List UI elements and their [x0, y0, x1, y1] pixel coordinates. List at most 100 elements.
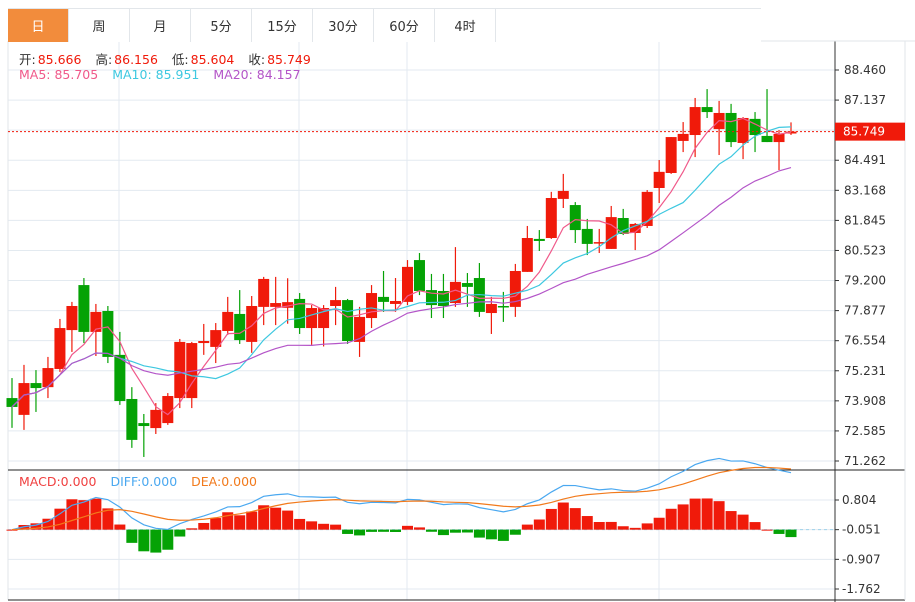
candle [701, 89, 713, 118]
macd-bar [378, 529, 390, 532]
candle-body [461, 283, 473, 287]
candle-body [737, 117, 749, 143]
y-tick-label: 72.585 [844, 424, 886, 438]
candle [306, 305, 318, 345]
candle [401, 260, 413, 306]
close-value: 85.749 [267, 52, 311, 67]
candle-body [258, 278, 270, 307]
macd-bar [366, 529, 378, 532]
candle-body [30, 383, 42, 389]
candle [773, 130, 785, 171]
high-value: 86.156 [114, 52, 158, 67]
y-tick-label: 80.523 [844, 243, 886, 257]
macd-bar [485, 529, 497, 540]
macd-bar [761, 529, 773, 531]
y-tick-label: 75.231 [844, 364, 886, 378]
y-tick-label: 77.877 [844, 304, 886, 318]
candle [270, 276, 282, 326]
candle [42, 356, 54, 399]
macd-bar [509, 529, 521, 535]
ma10-value: MA10: 85.951 [112, 67, 200, 82]
candle [557, 173, 569, 209]
y-tick-label: 87.137 [844, 93, 886, 107]
y-tick-label: 81.845 [844, 213, 886, 227]
dea-value: DEA:0.000 [191, 474, 258, 489]
candle [150, 403, 162, 434]
candle-body [222, 311, 234, 332]
low-label: 低: [171, 52, 189, 67]
chart-canvas[interactable]: 88.46087.13785.81584.49183.16881.84580.5… [0, 0, 915, 602]
macd-bar [174, 529, 186, 537]
candle [509, 263, 521, 317]
candle [473, 263, 485, 317]
macd-bar [318, 523, 330, 530]
candle-body [533, 238, 545, 241]
candle [54, 318, 66, 372]
macd-y-tick-label: -0.907 [842, 552, 881, 566]
candle [725, 103, 737, 148]
candle-body [66, 305, 78, 331]
tab-30min[interactable]: 30分 [313, 9, 374, 42]
macd-bar [425, 529, 437, 532]
candle [282, 278, 294, 324]
macd-bar [461, 529, 473, 533]
macd-bar [545, 508, 557, 530]
macd-bar [282, 510, 294, 530]
candle [581, 218, 593, 256]
macd-bar [749, 522, 761, 530]
period-tabs: 日 周 月 5分 15分 30分 60分 4时 [8, 8, 761, 42]
candle [78, 278, 90, 344]
candle [342, 298, 354, 344]
macd-bar [234, 515, 246, 530]
candle-body [569, 205, 581, 231]
candle [246, 295, 258, 353]
macd-bar [198, 522, 210, 530]
tab-15min[interactable]: 15分 [252, 9, 313, 42]
macd-value: MACD:0.000 [19, 474, 97, 489]
y-tick-label: 84.491 [844, 153, 886, 167]
macd-y-tick-label: 0.804 [842, 493, 876, 507]
candle-body [234, 313, 246, 341]
tab-4hour[interactable]: 4时 [435, 9, 496, 42]
candle-body [749, 118, 761, 136]
candle [713, 100, 725, 156]
macd-bar [270, 507, 282, 530]
candle-body [138, 423, 150, 427]
macd-bar [785, 529, 797, 538]
candle [330, 286, 342, 326]
tab-60min[interactable]: 60分 [374, 9, 435, 42]
candle [533, 230, 545, 251]
macd-bar [114, 524, 126, 530]
candle-body [701, 107, 713, 113]
tab-5min[interactable]: 5分 [191, 9, 252, 42]
ma-info: MA5: 85.705 MA10: 85.951 MA20: 84.157 [19, 67, 303, 82]
macd-y-tick-label: -0.051 [842, 523, 881, 537]
candle-body [605, 217, 617, 249]
macd-bar [665, 508, 677, 530]
macd-bar [437, 529, 449, 536]
macd-bar [401, 525, 413, 530]
macd-bar [641, 523, 653, 530]
candle-body [270, 303, 282, 307]
diff-value: DIFF:0.000 [110, 474, 178, 489]
candle [737, 117, 749, 160]
macd-bar [725, 511, 737, 530]
macd-bar [593, 522, 605, 530]
macd-bar [210, 518, 222, 530]
candle-body [677, 133, 689, 141]
candle-body [330, 300, 342, 306]
candle-body [102, 310, 114, 357]
macd-bar [617, 526, 629, 530]
candle-body [378, 296, 390, 302]
candle-body [42, 368, 54, 388]
candle-body [150, 409, 162, 429]
y-tick-label: 83.168 [844, 183, 886, 197]
last-price-label: 85.749 [843, 125, 885, 139]
tab-month[interactable]: 月 [130, 9, 191, 42]
candle [126, 387, 138, 448]
candle [210, 323, 222, 364]
tab-week[interactable]: 周 [69, 9, 130, 42]
macd-bar [306, 521, 318, 530]
candle-body [246, 305, 258, 342]
tab-day[interactable]: 日 [8, 9, 69, 42]
